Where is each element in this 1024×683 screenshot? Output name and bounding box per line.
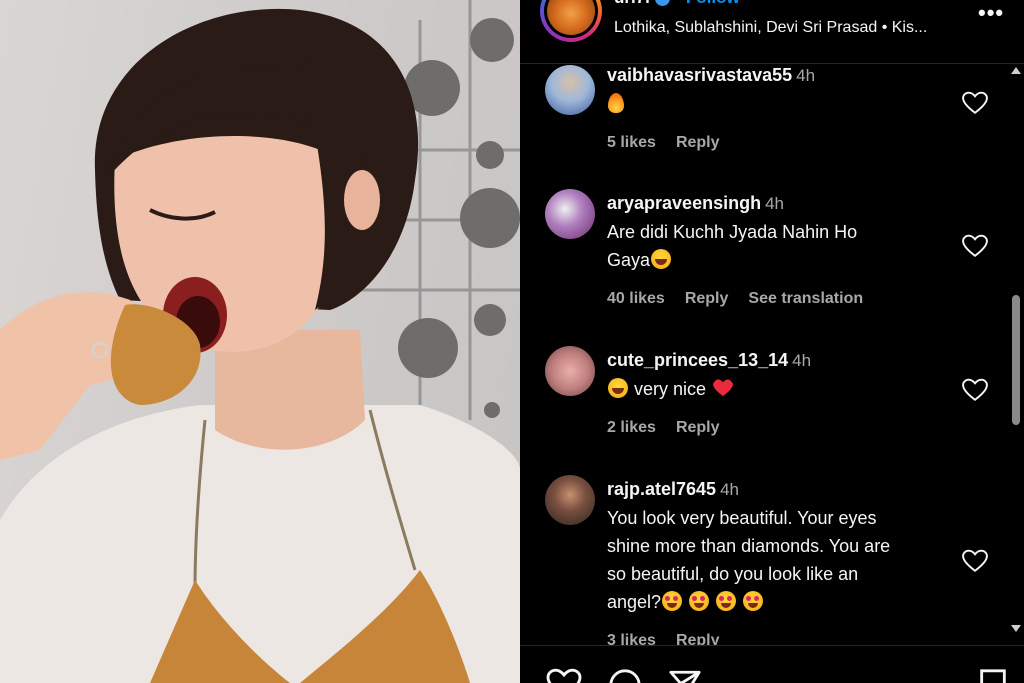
post-header: uri7i ✓ • Follow Lothika, Sublahshini, D… bbox=[520, 0, 1024, 64]
follow-button[interactable]: Follow bbox=[686, 0, 740, 8]
comment-time[interactable]: 4h bbox=[720, 480, 739, 499]
commenter-avatar[interactable] bbox=[545, 475, 595, 525]
author-username[interactable]: uri7i bbox=[614, 0, 650, 8]
more-options-icon[interactable]: ••• bbox=[978, 0, 1004, 26]
scroll-up-arrow-icon[interactable] bbox=[1011, 67, 1021, 74]
post-image-illustration bbox=[0, 0, 520, 683]
comment-icon[interactable] bbox=[608, 668, 642, 683]
commenter-avatar[interactable] bbox=[545, 189, 595, 239]
commenter-avatar[interactable] bbox=[545, 346, 595, 396]
post-action-bar bbox=[520, 645, 1024, 683]
laughing-face-emoji-icon bbox=[608, 378, 628, 398]
heart-eyes-emoji-icon bbox=[743, 591, 764, 611]
comments-scrollbar[interactable] bbox=[1008, 65, 1024, 645]
like-comment-heart-icon[interactable] bbox=[962, 549, 988, 573]
post-photo[interactable] bbox=[0, 0, 520, 683]
red-heart-emoji-icon bbox=[713, 379, 734, 397]
save-bookmark-icon[interactable] bbox=[978, 668, 1008, 683]
comment-text: You look very beautiful. Your eyes bbox=[607, 508, 877, 528]
like-comment-heart-icon[interactable] bbox=[962, 378, 988, 402]
commenter-username[interactable]: cute_princees_13_14 bbox=[607, 350, 788, 370]
commenter-username[interactable]: rajp.atel7645 bbox=[607, 479, 716, 499]
comment-time[interactable]: 4h bbox=[765, 194, 784, 213]
comment-list: vaibhavasrivastava55 4h 5 likes Reply ary… bbox=[520, 65, 1010, 645]
comment-likes-count[interactable]: 40 likes bbox=[607, 285, 665, 313]
comment-text-cont: Gaya bbox=[607, 250, 651, 270]
like-comment-heart-icon[interactable] bbox=[962, 91, 988, 115]
comments-panel: uri7i ✓ • Follow Lothika, Sublahshini, D… bbox=[520, 0, 1024, 683]
reply-button[interactable]: Reply bbox=[685, 285, 729, 313]
commenter-username[interactable]: vaibhavasrivastava55 bbox=[607, 65, 792, 85]
reply-button[interactable]: Reply bbox=[676, 129, 720, 157]
reply-button[interactable]: Reply bbox=[676, 627, 720, 645]
share-icon[interactable] bbox=[668, 668, 702, 683]
scroll-down-arrow-icon[interactable] bbox=[1011, 625, 1021, 632]
commenter-avatar[interactable] bbox=[545, 65, 595, 115]
reply-button[interactable]: Reply bbox=[676, 414, 720, 442]
comment-likes-count[interactable]: 5 likes bbox=[607, 129, 656, 157]
separator-dot: • bbox=[675, 0, 681, 8]
author-avatar[interactable] bbox=[540, 0, 602, 42]
heart-eyes-emoji-icon bbox=[662, 591, 683, 611]
comment-likes-count[interactable]: 2 likes bbox=[607, 414, 656, 442]
heart-eyes-emoji-icon bbox=[716, 591, 737, 611]
like-comment-heart-icon[interactable] bbox=[962, 234, 988, 258]
comment-text: Are didi Kuchh Jyada Nahin Ho bbox=[607, 222, 858, 242]
scrollbar-thumb[interactable] bbox=[1012, 295, 1020, 425]
verified-badge-icon: ✓ bbox=[654, 0, 670, 6]
comment-time[interactable]: 4h bbox=[796, 66, 815, 85]
comment-likes-count[interactable]: 3 likes bbox=[607, 627, 656, 645]
comment-text-cont: shine more than diamonds. You are bbox=[607, 536, 891, 556]
heart-eyes-emoji-icon bbox=[689, 591, 710, 611]
commenter-username[interactable]: aryapraveensingh bbox=[607, 193, 761, 213]
laughing-face-emoji-icon bbox=[651, 249, 672, 269]
audio-attribution[interactable]: Lothika, Sublahshini, Devi Sri Prasad • … bbox=[614, 19, 974, 37]
author-row: uri7i ✓ • Follow bbox=[614, 0, 740, 8]
fire-emoji-icon bbox=[608, 93, 624, 113]
see-translation-button[interactable]: See translation bbox=[748, 285, 863, 313]
like-heart-icon[interactable] bbox=[546, 668, 582, 683]
comment-text: very nice bbox=[634, 379, 707, 399]
comment-text-cont: angel? bbox=[607, 592, 662, 612]
comment-time[interactable]: 4h bbox=[792, 351, 811, 370]
comment-text-cont: so beautiful, do you look like an bbox=[607, 564, 859, 584]
